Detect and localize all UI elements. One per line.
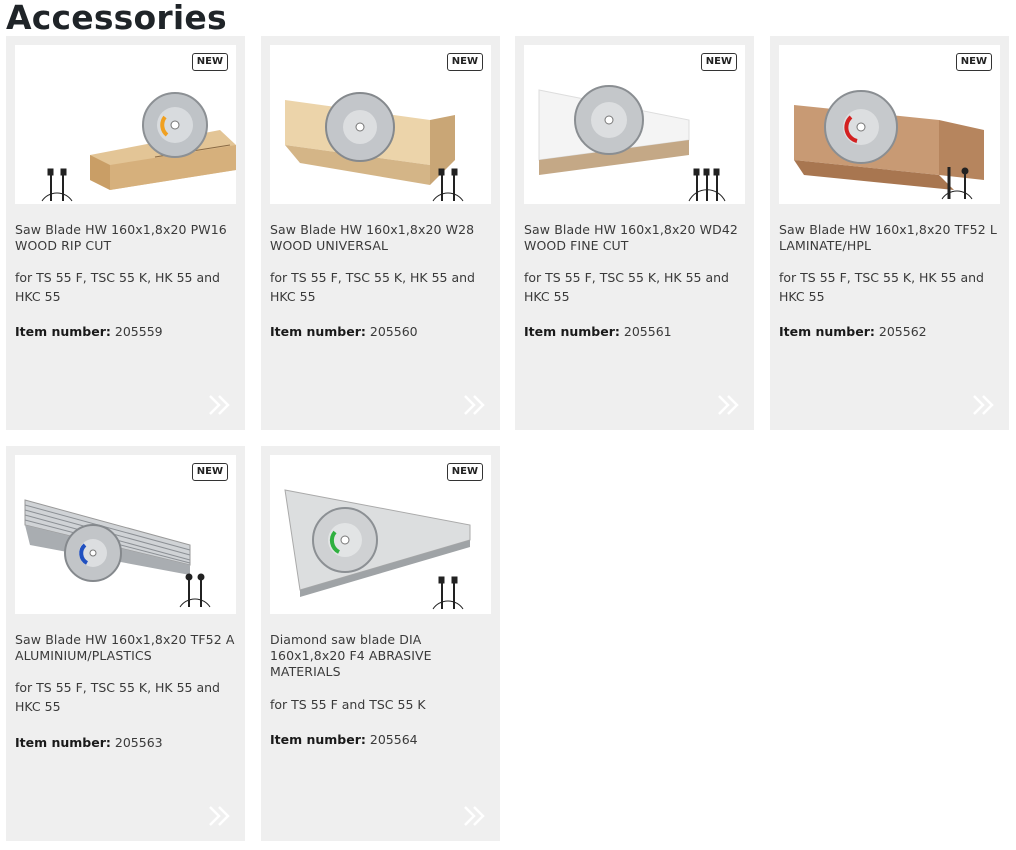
chevron-right-icon[interactable] bbox=[971, 392, 997, 418]
item-number-line: Item number: 205560 bbox=[270, 324, 492, 340]
product-card[interactable]: NEW Saw Blade HW 160x1,8x20 TF52 L LAMIN… bbox=[770, 36, 1009, 430]
product-compat: for TS 55 F, TSC 55 K, HK 55 and HKC 55 bbox=[524, 270, 729, 304]
product-compat: for TS 55 F, TSC 55 K, HK 55 and HKC 55 bbox=[779, 270, 984, 304]
product-compat: for TS 55 F, TSC 55 K, HK 55 and HKC 55 bbox=[270, 270, 475, 304]
product-card[interactable]: NEW Saw Blade HW 160x1,8x20 TF52 A ALUMI… bbox=[6, 446, 245, 841]
product-image: NEW bbox=[270, 455, 491, 614]
product-image: NEW bbox=[15, 45, 236, 204]
item-number-label: Item number: bbox=[270, 732, 366, 747]
new-badge: NEW bbox=[191, 463, 228, 481]
item-number: 205563 bbox=[114, 735, 163, 750]
item-number: 205561 bbox=[623, 324, 672, 339]
item-number-label: Item number: bbox=[15, 735, 111, 750]
product-card[interactable]: NEW Saw Blade HW 160x1,8x20 PW16 WOOD RI… bbox=[6, 36, 245, 430]
item-number-label: Item number: bbox=[15, 324, 111, 339]
new-badge: NEW bbox=[446, 53, 483, 71]
product-title: Saw Blade HW 160x1,8x20 TF52 A ALUMINIUM… bbox=[15, 632, 235, 663]
item-number-line: Item number: 205559 bbox=[15, 324, 237, 340]
new-badge: NEW bbox=[446, 463, 483, 481]
item-number: 205564 bbox=[369, 732, 418, 747]
product-card[interactable]: NEW Saw Blade HW 160x1,8x20 W28 WOOD UNI… bbox=[261, 36, 500, 430]
new-badge: NEW bbox=[700, 53, 737, 71]
item-number-label: Item number: bbox=[524, 324, 620, 339]
item-number-line: Item number: 205562 bbox=[779, 324, 1001, 340]
product-image: NEW bbox=[270, 45, 491, 204]
product-image: NEW bbox=[524, 45, 745, 204]
product-title: Diamond saw blade DIA 160x1,8x20 F4 ABRA… bbox=[270, 632, 432, 679]
page-title: Accessories bbox=[6, 0, 227, 37]
item-number-label: Item number: bbox=[779, 324, 875, 339]
chevron-right-icon[interactable] bbox=[207, 803, 233, 829]
product-title: Saw Blade HW 160x1,8x20 W28 WOOD UNIVERS… bbox=[270, 222, 475, 253]
product-image: NEW bbox=[15, 455, 236, 614]
product-card[interactable]: NEW Saw Blade HW 160x1,8x20 WD42 WOOD FI… bbox=[515, 36, 754, 430]
new-badge: NEW bbox=[955, 53, 992, 71]
item-number-line: Item number: 205563 bbox=[15, 735, 237, 751]
product-title: Saw Blade HW 160x1,8x20 PW16 WOOD RIP CU… bbox=[15, 222, 227, 253]
chevron-right-icon[interactable] bbox=[462, 803, 488, 829]
product-compat: for TS 55 F, TSC 55 K, HK 55 and HKC 55 bbox=[15, 680, 220, 714]
new-badge: NEW bbox=[191, 53, 228, 71]
item-number-line: Item number: 205564 bbox=[270, 732, 492, 748]
chevron-right-icon[interactable] bbox=[207, 392, 233, 418]
item-number: 205560 bbox=[369, 324, 418, 339]
product-compat: for TS 55 F, TSC 55 K, HK 55 and HKC 55 bbox=[15, 270, 220, 304]
product-card[interactable]: NEW Diamond saw blade DIA 160x1,8x20 F4 … bbox=[261, 446, 500, 841]
item-number: 205562 bbox=[878, 324, 927, 339]
item-number: 205559 bbox=[114, 324, 163, 339]
item-number-label: Item number: bbox=[270, 324, 366, 339]
chevron-right-icon[interactable] bbox=[462, 392, 488, 418]
product-title: Saw Blade HW 160x1,8x20 TF52 L LAMINATE/… bbox=[779, 222, 997, 253]
product-image: NEW bbox=[779, 45, 1000, 204]
product-compat: for TS 55 F and TSC 55 K bbox=[270, 697, 426, 712]
product-title: Saw Blade HW 160x1,8x20 WD42 WOOD FINE C… bbox=[524, 222, 738, 253]
item-number-line: Item number: 205561 bbox=[524, 324, 746, 340]
chevron-right-icon[interactable] bbox=[716, 392, 742, 418]
